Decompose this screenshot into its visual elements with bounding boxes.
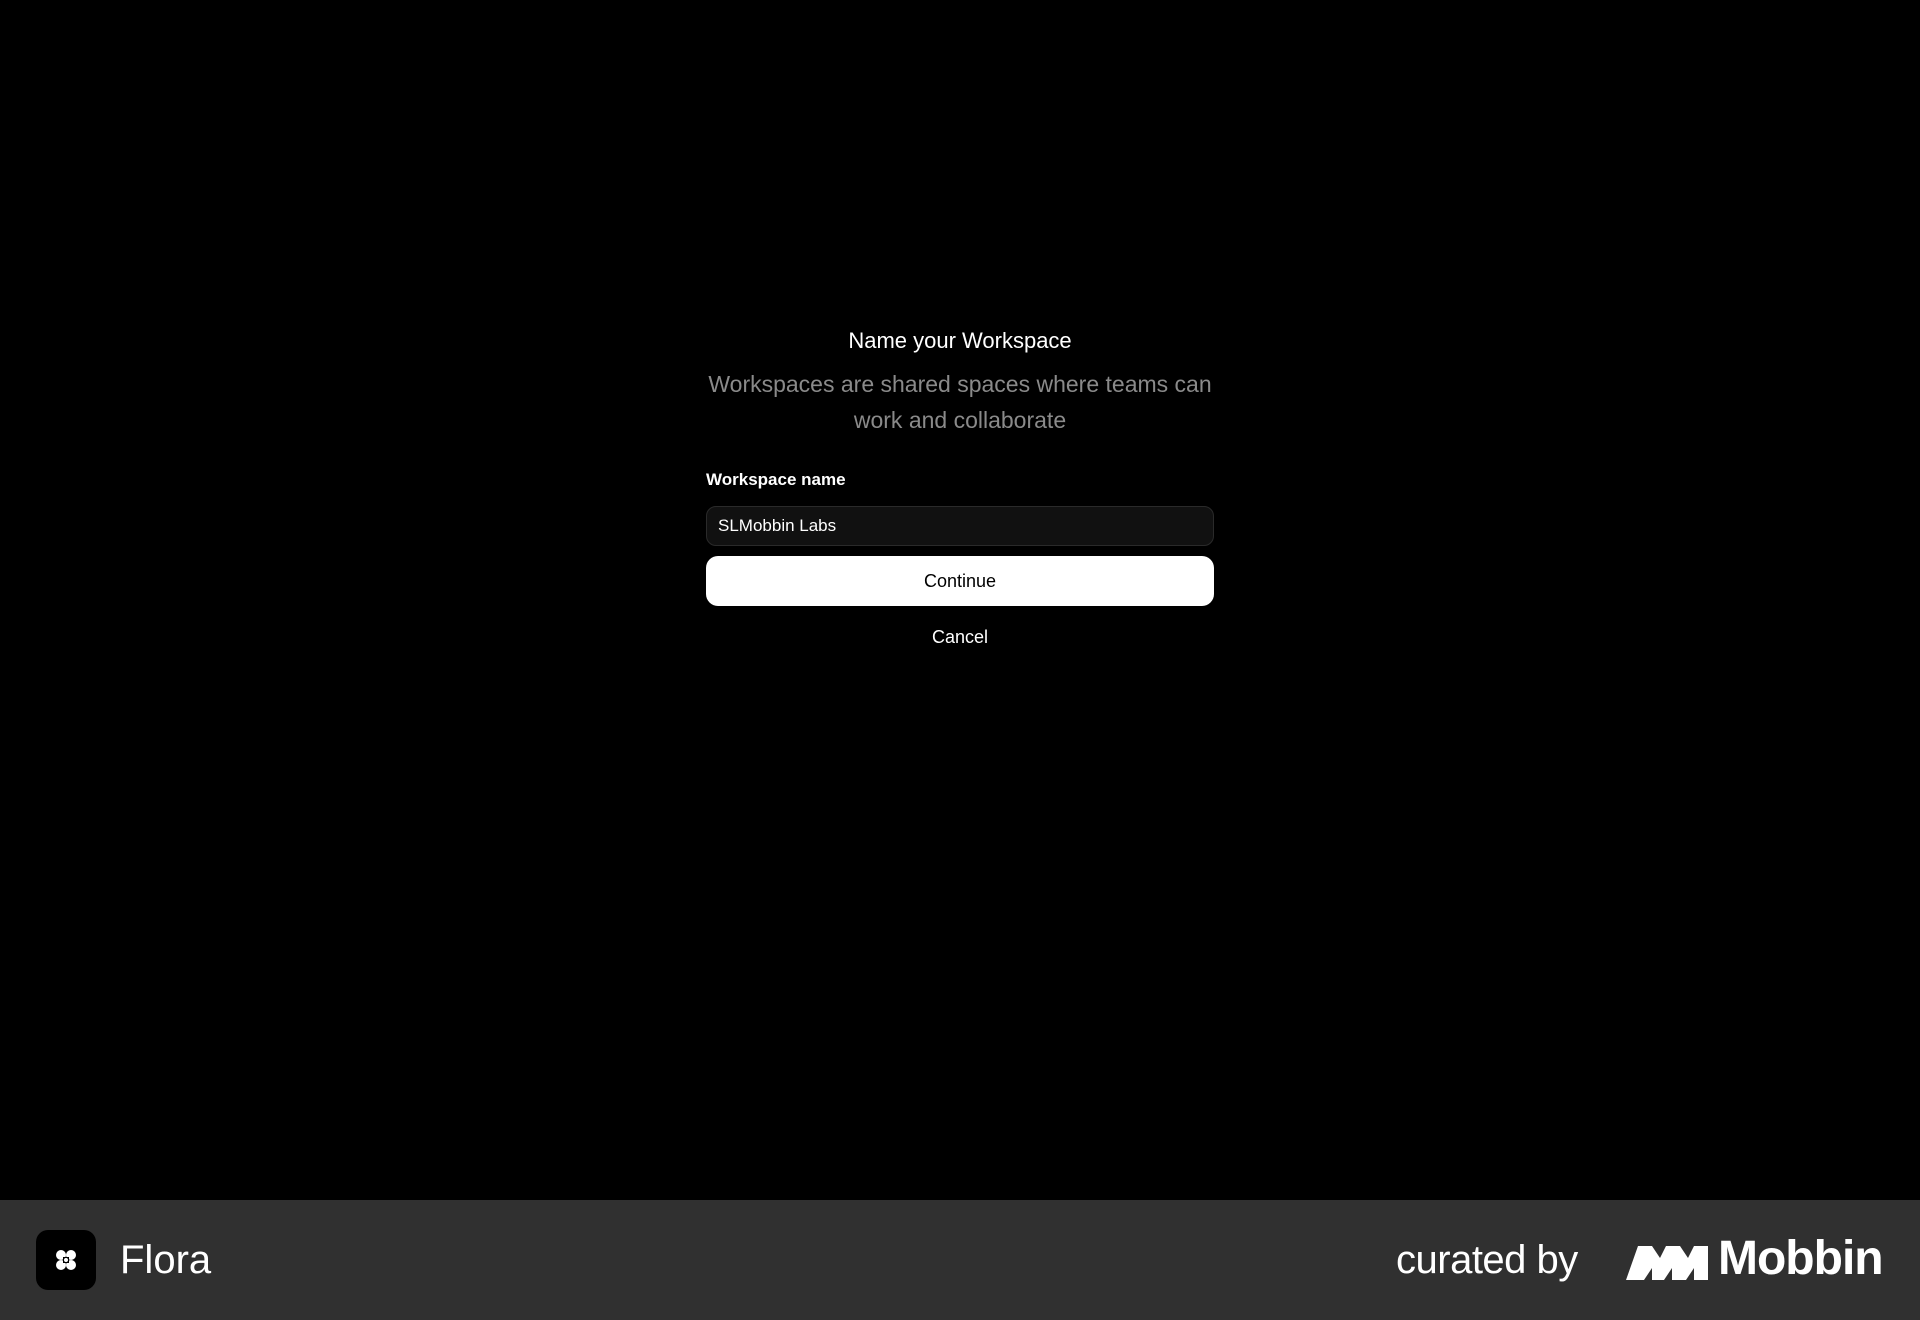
name-workspace-dialog: Name your Workspace Workspaces are share… — [706, 320, 1214, 648]
workspace-name-label: Workspace name — [706, 470, 846, 489]
dialog-title: Name your Workspace — [848, 328, 1072, 353]
dialog-subtitle: Workspaces are shared spaces where teams… — [708, 371, 1212, 433]
cancel-button[interactable]: Cancel — [932, 626, 988, 648]
curated-by-label: curated by — [1396, 1238, 1578, 1282]
attribution-footer: Flora curated by Mobbin — [0, 1200, 1920, 1320]
onboarding-screen: Name your Workspace Workspaces are share… — [0, 0, 1920, 1200]
workspace-name-input[interactable] — [706, 506, 1214, 546]
continue-button[interactable]: Continue — [706, 556, 1214, 606]
app-name: Flora — [120, 1238, 212, 1282]
mobbin-logo-icon — [1626, 1246, 1708, 1280]
flora-logo-icon — [36, 1230, 96, 1290]
mobbin-wordmark: Mobbin — [1718, 1232, 1884, 1285]
